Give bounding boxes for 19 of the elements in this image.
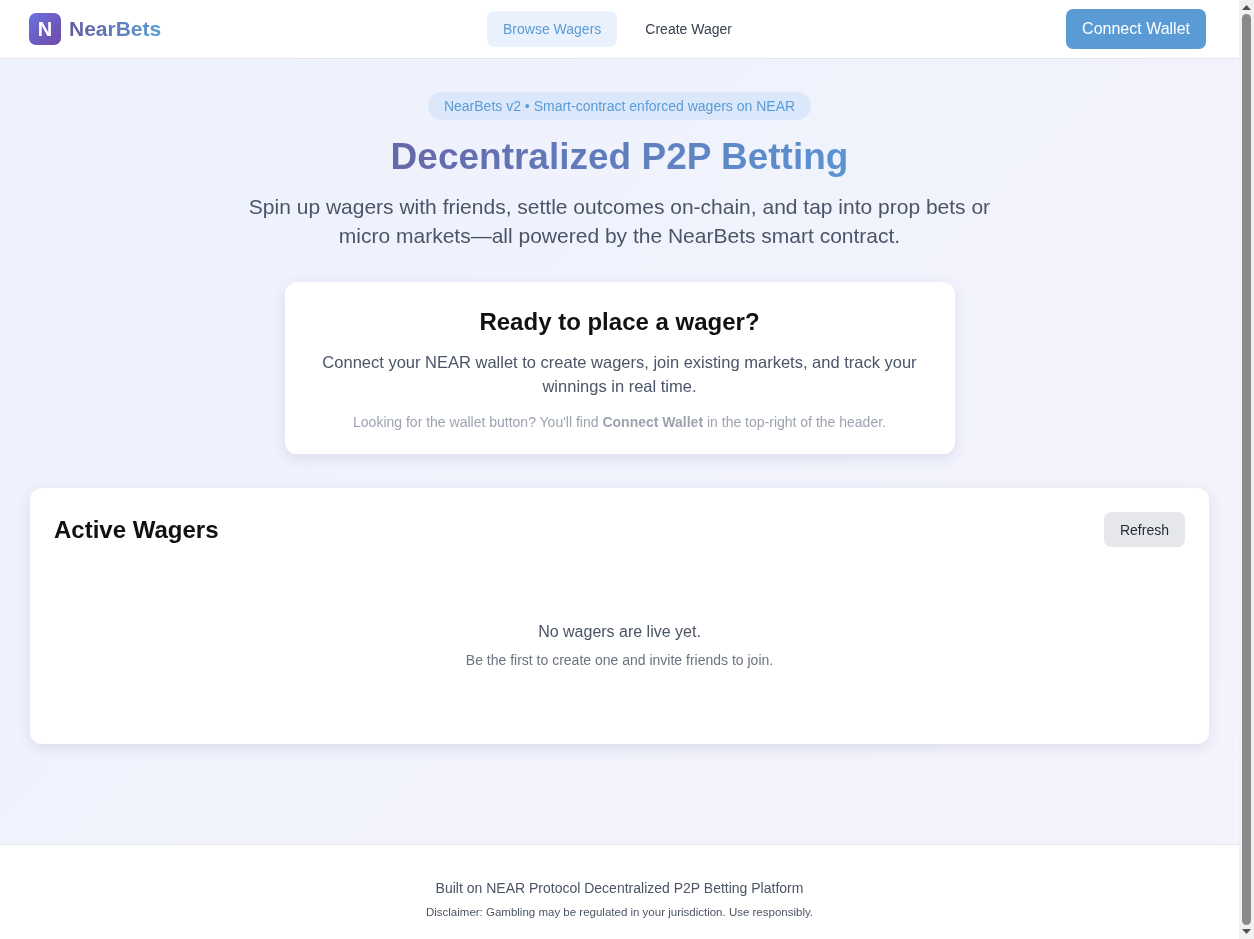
scroll-down-icon[interactable] bbox=[1242, 929, 1251, 934]
footer-text: Built on NEAR Protocol Decentralized P2P Betting Platform bbox=[435, 879, 804, 898]
card-hint: Looking for the wallet button? You'll find Connect Wallet in the top-right of the header. bbox=[353, 413, 886, 432]
empty-state-hint: Be the first to create one and invite friends to join. bbox=[465, 651, 774, 670]
version-badge: NearBets v2 • Smart-contract enforced wagers on NEAR bbox=[427, 92, 812, 120]
scrollbar[interactable] bbox=[1239, 0, 1254, 939]
logo-mark[interactable]: N bbox=[29, 13, 61, 45]
nav-tab[interactable]: Browse Wagers bbox=[487, 11, 618, 47]
empty-state-title: No wagers are live yet. bbox=[538, 622, 701, 642]
panel-title: Active Wagers bbox=[54, 515, 219, 544]
hero-subtitle: Spin up wagers with friends, settle outcomes on-chain, and tap into prop bets or micro markets—all powered by the NearBets smart contract. bbox=[247, 194, 992, 249]
card-description: Connect your NEAR wallet to create wagers, join existing markets, and track your winnings in real time. bbox=[321, 352, 918, 397]
connect-wallet-button[interactable]: Connect Wallet bbox=[1066, 9, 1206, 49]
nav-tab[interactable]: Create Wager bbox=[629, 11, 748, 47]
card-title: Ready to place a wager? bbox=[479, 307, 760, 337]
scrollbar-thumb[interactable] bbox=[1242, 14, 1251, 925]
disclaimer-text: Disclaimer: Gambling may be regulated in your jurisdiction. Use responsibly. bbox=[425, 905, 814, 920]
scroll-up-icon[interactable] bbox=[1242, 5, 1251, 10]
refresh-button[interactable]: Refresh bbox=[1103, 512, 1185, 547]
